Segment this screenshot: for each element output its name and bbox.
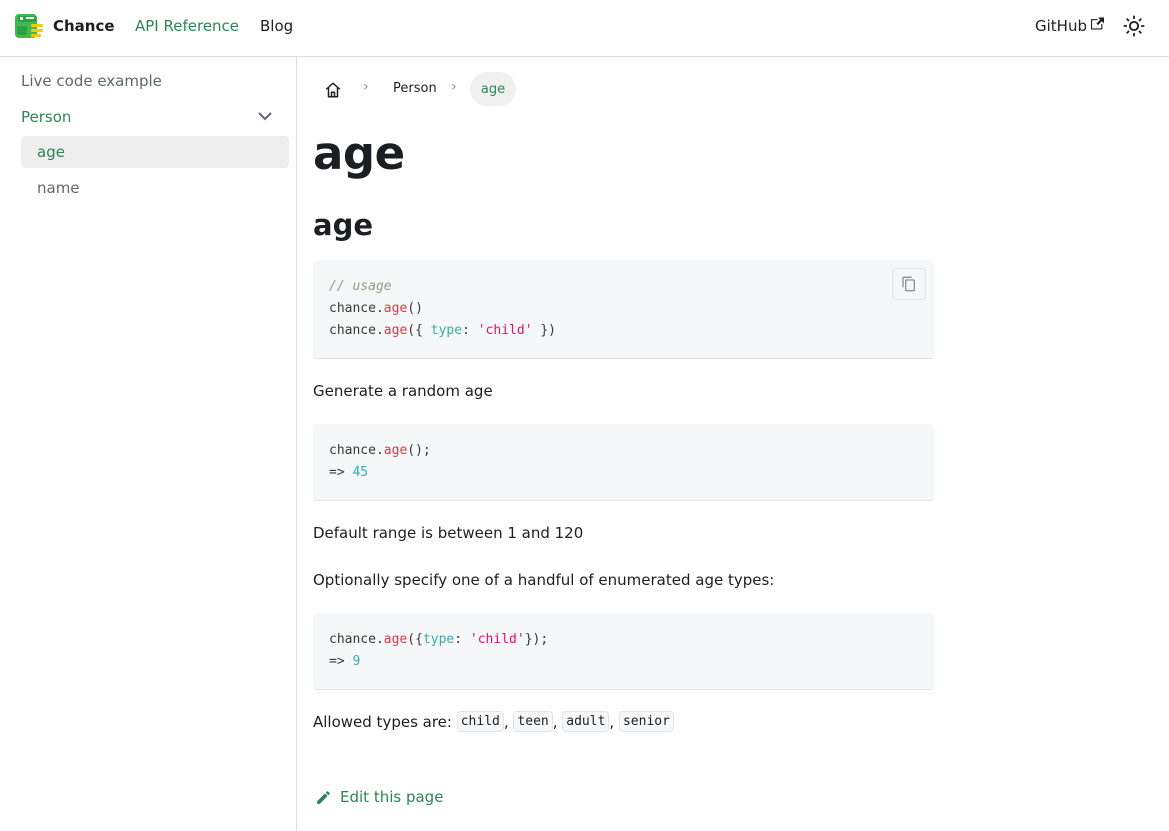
code-object: chance [329,632,376,647]
sidebar-category-person[interactable]: Person [21,101,289,133]
sidebar-category-label: Person [21,108,72,126]
sidebar-item-live-code-example[interactable]: Live code example [21,65,289,97]
code-line: chance.age({ type: 'child' }) [329,323,557,338]
sun-icon [1123,15,1145,37]
code-function: age [383,323,408,338]
code-string: 'child' [469,632,525,647]
sidebar: Live code example Person age name [0,57,297,831]
code-comment: // usage [329,279,392,294]
code-string: 'child' [477,323,533,338]
pencil-icon [317,790,330,804]
code-object: chance [329,323,376,338]
edit-page-label: Edit this page [340,788,444,806]
copy-icon [902,276,915,292]
code-line: chance.age() [329,301,423,316]
breadcrumb-person[interactable]: Person [393,81,437,96]
type-tag-senior: senior [618,711,674,732]
code-function: age [383,632,408,647]
code-block-example: chance.age(); => 45 [313,424,934,501]
page-title: age [313,127,405,180]
type-tag-child: child [456,711,504,732]
description-text: Generate a random age [313,382,493,400]
code-block-type-example: chance.age({type: 'child'}); => 9 [313,613,934,690]
home-icon[interactable] [323,81,343,99]
breadcrumb-current: age [470,72,516,106]
options-text: Optionally specify one of a handful of e… [313,571,775,589]
theme-toggle-button[interactable] [1121,13,1147,39]
code-property: type [422,632,455,647]
code-line: // usage [329,276,918,298]
code-line: chance.age({type: 'child'}); [329,632,549,647]
sidebar-item-age[interactable]: age [21,136,289,168]
chevron-down-icon[interactable] [257,110,273,122]
breadcrumb-separator: › [451,79,457,95]
nav-github-label: GitHub [1035,17,1087,35]
nav-api-reference[interactable]: API Reference [135,17,239,35]
chance-logo-icon [14,12,44,40]
code-result: 45 [352,465,369,480]
allowed-types-text: Allowed types are: child, teen, adult, s… [313,711,674,732]
code-line: => 9 [329,654,361,669]
nav-github[interactable]: GitHub [1035,17,1104,35]
copy-code-button[interactable] [892,268,926,300]
range-text: Default range is between 1 and 120 [313,524,584,542]
type-tag-adult: adult [562,711,610,732]
code-object: chance [329,301,376,316]
section-heading: age [313,208,373,242]
edit-page-link[interactable]: Edit this page [315,788,443,806]
sidebar-item-name[interactable]: name [21,172,289,204]
brand-link[interactable]: Chance [14,12,115,40]
brand-title: Chance [53,17,115,35]
allowed-types-label: Allowed types are: [313,712,457,731]
code-function: age [383,443,408,458]
breadcrumb-separator: › [363,79,369,95]
code-property: type [430,323,463,338]
nav-blog[interactable]: Blog [260,17,293,35]
code-result: 9 [352,654,361,669]
code-line: => 45 [329,465,369,480]
code-block-usage: // usage chance.age() chance.age({ type:… [313,260,934,359]
navbar: Chance API Reference Blog GitHub [0,0,1169,57]
type-tag-teen: teen [513,711,553,732]
code-line: chance.age(); [329,443,431,458]
external-link-icon [1090,17,1104,29]
code-function: age [383,301,408,316]
code-object: chance [329,443,376,458]
